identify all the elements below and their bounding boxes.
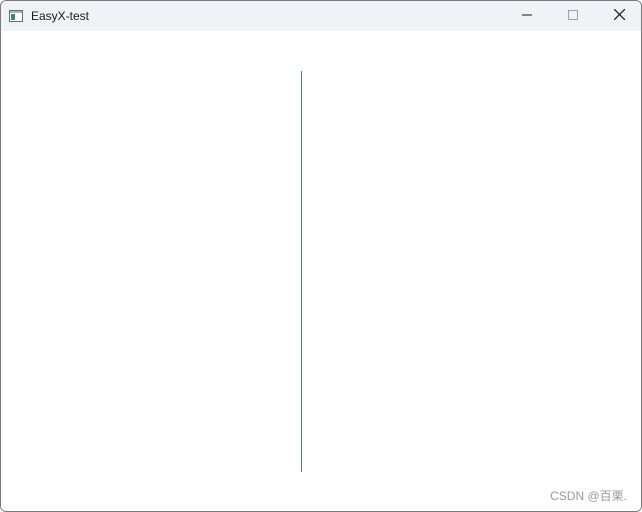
watermark-text: CSDN @百栗. xyxy=(550,489,627,503)
window-title: EasyX-test xyxy=(31,9,90,23)
window-app-icon[interactable] xyxy=(9,9,23,22)
maximize-button[interactable] xyxy=(550,1,596,31)
maximize-icon xyxy=(568,7,578,25)
title-bar[interactable]: EasyX-test xyxy=(1,1,641,31)
vertical-line xyxy=(301,71,302,472)
close-button[interactable] xyxy=(596,1,641,31)
minimize-button[interactable] xyxy=(504,1,550,31)
close-icon xyxy=(613,7,625,25)
drawing-canvas[interactable]: CSDN @百栗. xyxy=(1,31,641,511)
minimize-icon xyxy=(522,7,532,25)
app-window: EasyX-test CSDN @百栗. xyxy=(0,0,642,512)
